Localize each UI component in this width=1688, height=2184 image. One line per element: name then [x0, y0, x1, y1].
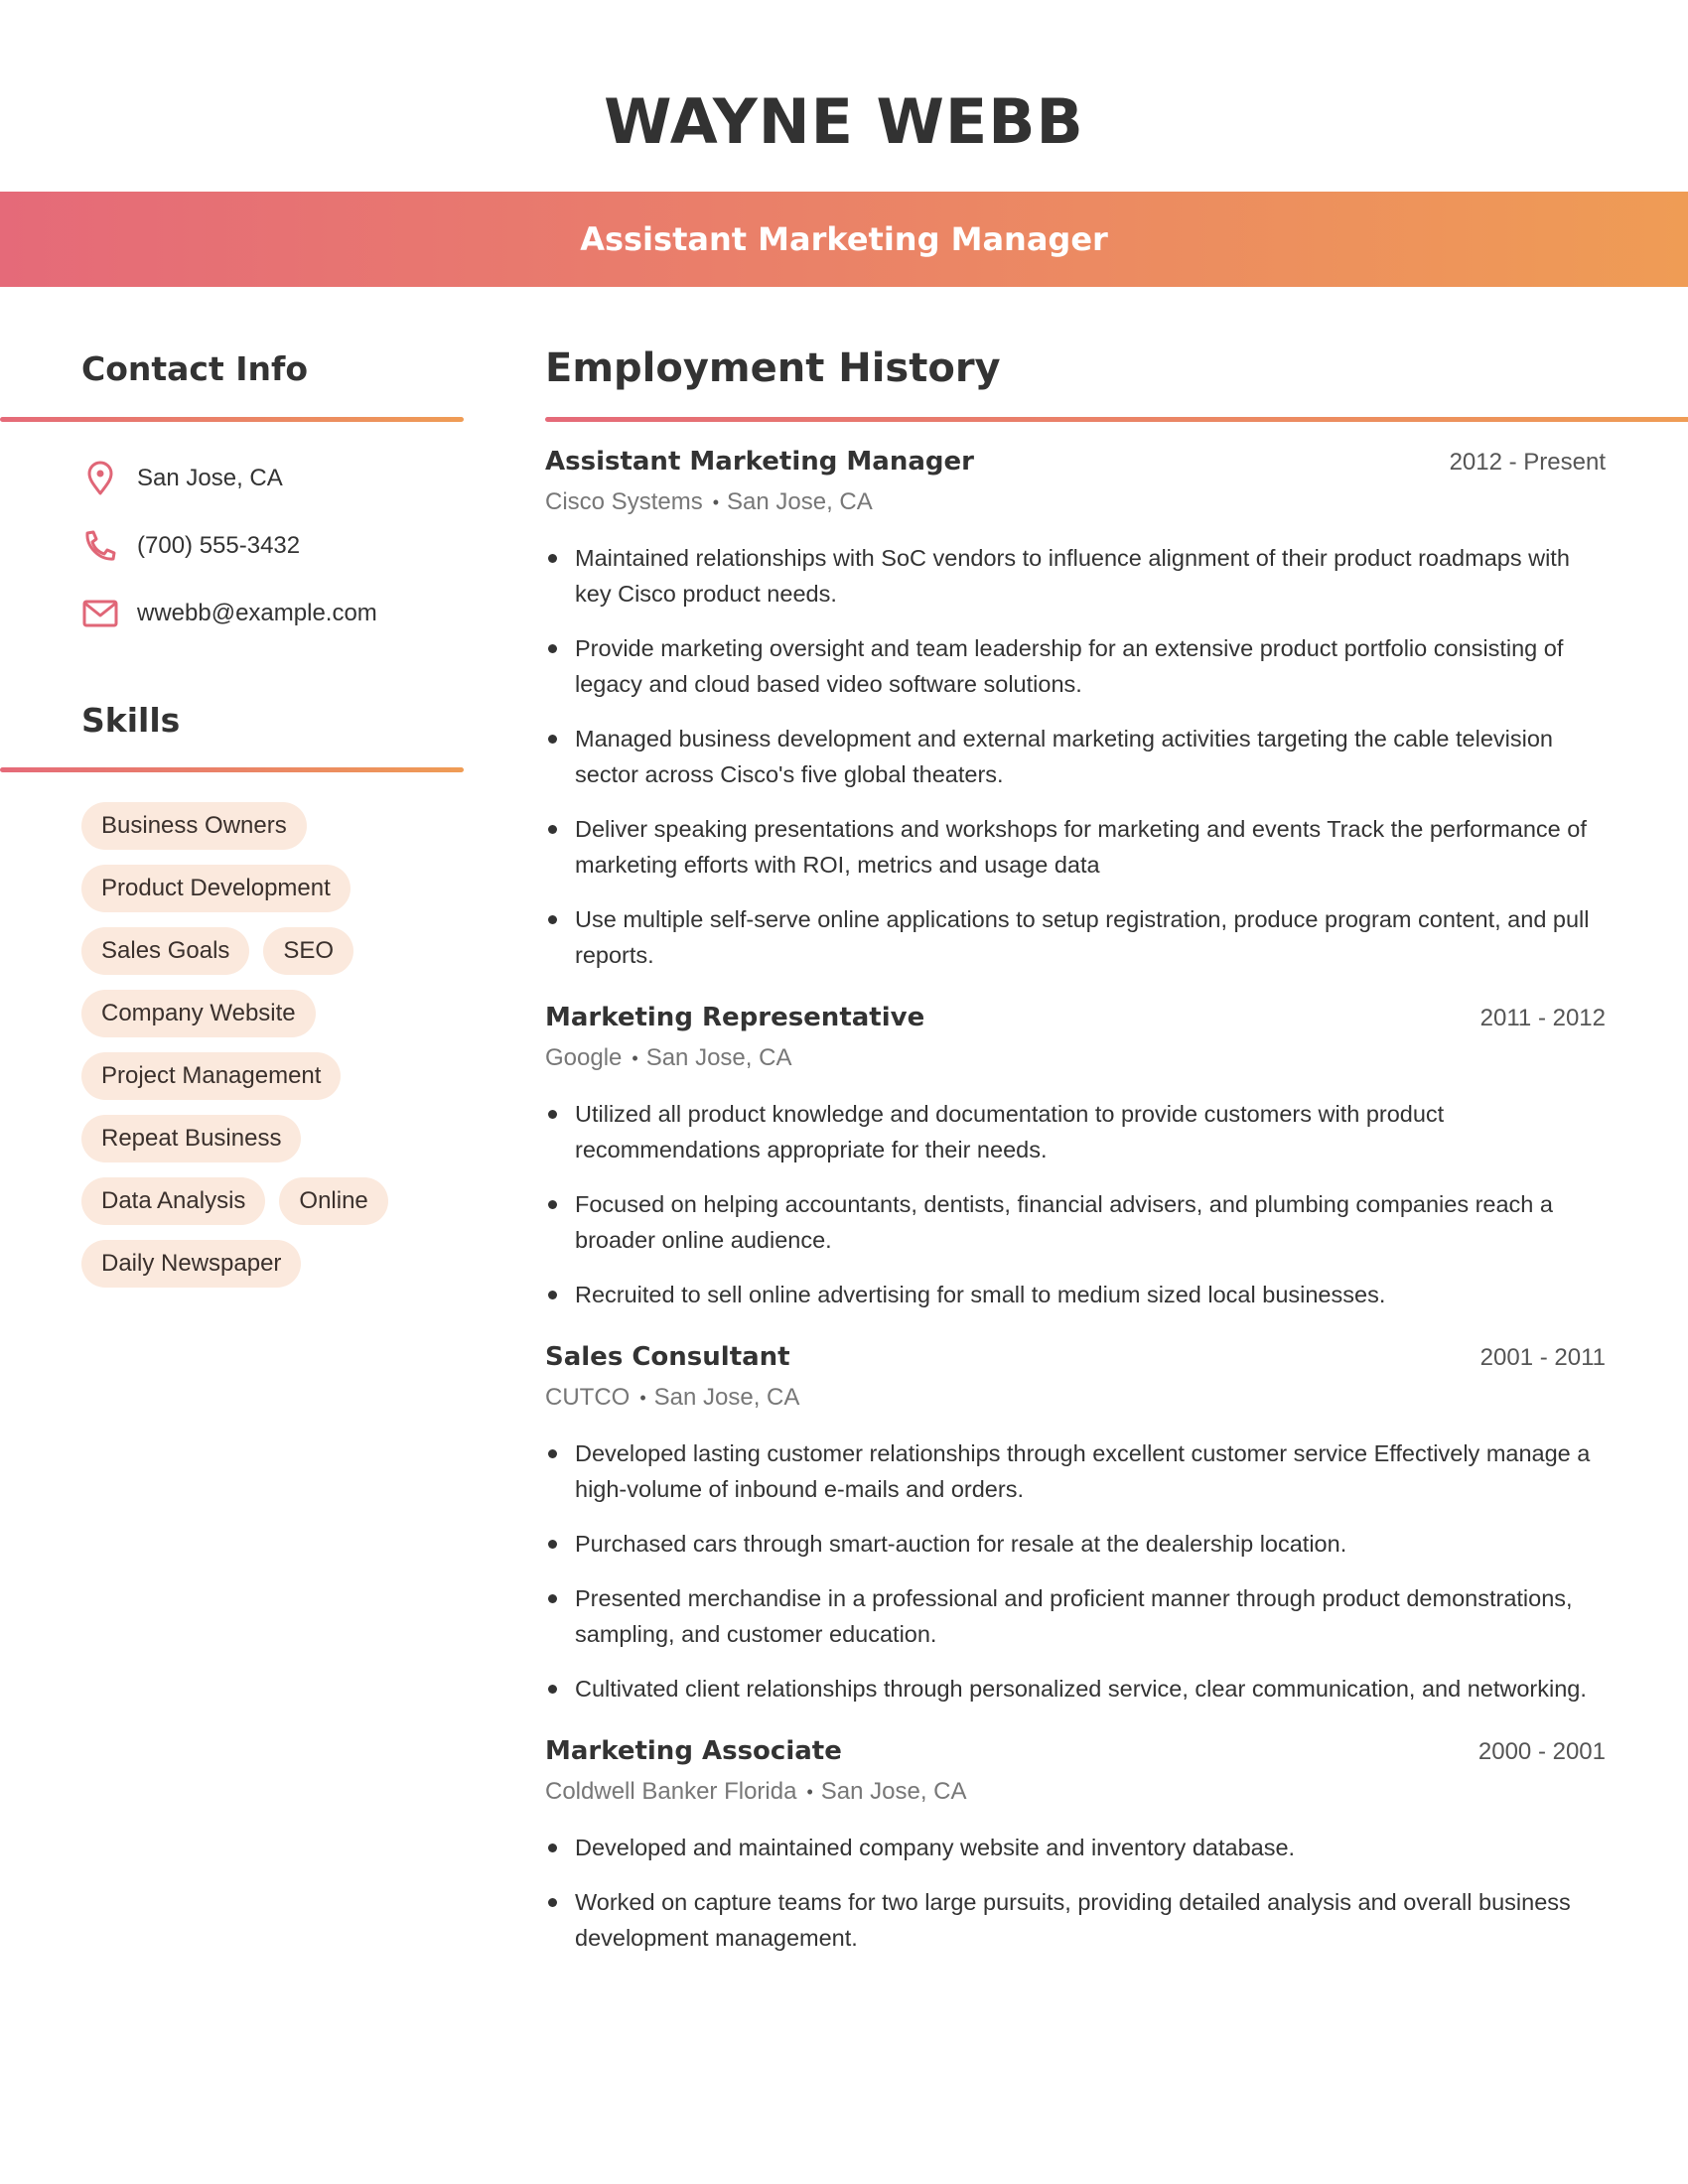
- candidate-name: WAYNE WEBB: [604, 85, 1084, 158]
- job-bullet: Cultivated client relationships through …: [545, 1671, 1606, 1706]
- job-dates: 2011 - 2012: [1479, 1005, 1606, 1031]
- job-company-line: CUTCO • San Jose, CA: [545, 1380, 1606, 1416]
- job-header: Sales Consultant 2001 - 2011: [545, 1342, 1606, 1380]
- job-title-banner-text: Assistant Marketing Manager: [580, 220, 1108, 258]
- job-bullet: Worked on capture teams for two large pu…: [545, 1884, 1606, 1956]
- job-bullet: Utilized all product knowledge and docum…: [545, 1096, 1606, 1167]
- skill-chip: Data Analysis: [81, 1177, 266, 1225]
- job-title: Assistant Marketing Manager: [545, 447, 974, 477]
- skill-chip: Online: [279, 1177, 388, 1225]
- location-pin-icon: [81, 460, 119, 497]
- job-entry: Marketing Associate 2000 - 2001 Coldwell…: [545, 1736, 1606, 1956]
- job-dates: 2012 - Present: [1449, 449, 1606, 476]
- contact-info-heading: Contact Info: [81, 349, 309, 388]
- job-company: Google: [545, 1044, 623, 1071]
- job-location: San Jose, CA: [820, 1778, 967, 1805]
- skill-chip: Business Owners: [81, 802, 307, 850]
- job-bullets: Developed and maintained company website…: [545, 1830, 1606, 1956]
- contact-phone[interactable]: (700) 555-3432: [137, 532, 300, 560]
- job-bullet: Purchased cars through smart-auction for…: [545, 1526, 1606, 1562]
- title-banner: Assistant Marketing Manager: [0, 192, 1688, 287]
- separator-dot-icon: •: [712, 492, 720, 512]
- job-bullet: Deliver speaking presentations and works…: [545, 811, 1606, 883]
- job-bullet: Provide marketing oversight and team lea…: [545, 630, 1606, 702]
- job-bullet: Use multiple self-serve online applicati…: [545, 901, 1606, 973]
- job-title: Marketing Representative: [545, 1003, 925, 1032]
- skill-chip: Daily Newspaper: [81, 1240, 302, 1288]
- job-bullets: Maintained relationships with SoC vendor…: [545, 540, 1606, 973]
- job-bullet: Developed lasting customer relationships…: [545, 1435, 1606, 1507]
- contact-item-phone: (700) 555-3432: [81, 512, 377, 580]
- contact-item-location: San Jose, CA: [81, 445, 377, 512]
- employment-divider: [545, 417, 1688, 422]
- contact-item-email: wwebb@example.com: [81, 580, 377, 647]
- job-bullets: Developed lasting customer relationships…: [545, 1435, 1606, 1706]
- phone-icon: [81, 527, 119, 565]
- job-location: San Jose, CA: [653, 1384, 800, 1411]
- skill-chip: Product Development: [81, 865, 351, 912]
- separator-dot-icon: •: [806, 1782, 813, 1802]
- job-company-line: Cisco Systems • San Jose, CA: [545, 484, 1606, 520]
- skill-chip: Sales Goals: [81, 927, 250, 975]
- contact-divider: [0, 417, 464, 422]
- job-header: Marketing Representative 2011 - 2012: [545, 1003, 1606, 1040]
- employment-history-heading: Employment History: [545, 345, 1001, 391]
- job-company-line: Coldwell Banker Florida • San Jose, CA: [545, 1774, 1606, 1810]
- mail-icon: [81, 595, 119, 632]
- job-bullet: Developed and maintained company website…: [545, 1830, 1606, 1865]
- job-bullets: Utilized all product knowledge and docum…: [545, 1096, 1606, 1312]
- contact-list: San Jose, CA (700) 555-3432 wwebb@exampl…: [81, 445, 377, 647]
- job-dates: 2000 - 2001: [1477, 1738, 1606, 1765]
- job-company: Cisco Systems: [545, 488, 703, 515]
- job-location: San Jose, CA: [645, 1044, 792, 1071]
- job-entry: Sales Consultant 2001 - 2011 CUTCO • San J…: [545, 1342, 1606, 1706]
- job-dates: 2001 - 2011: [1479, 1344, 1606, 1371]
- skills-list: Business Owners Product Development Sale…: [81, 802, 479, 1288]
- job-header: Assistant Marketing Manager 2012 - Prese…: [545, 447, 1606, 484]
- job-entry: Marketing Representative 2011 - 2012 Goo…: [545, 1003, 1606, 1312]
- job-bullet: Maintained relationships with SoC vendor…: [545, 540, 1606, 612]
- separator-dot-icon: •: [639, 1388, 646, 1408]
- job-title: Sales Consultant: [545, 1342, 790, 1372]
- job-entry: Assistant Marketing Manager 2012 - Prese…: [545, 447, 1606, 973]
- skill-chip: SEO: [263, 927, 354, 975]
- employment-list: Assistant Marketing Manager 2012 - Prese…: [545, 447, 1606, 1985]
- skill-chip: Company Website: [81, 990, 316, 1037]
- skills-divider: [0, 767, 464, 772]
- job-bullet: Recruited to sell online advertising for…: [545, 1277, 1606, 1312]
- job-location: San Jose, CA: [727, 488, 873, 515]
- job-bullet: Presented merchandise in a professional …: [545, 1580, 1606, 1652]
- skill-chip: Project Management: [81, 1052, 342, 1100]
- skills-heading: Skills: [81, 701, 181, 740]
- contact-email[interactable]: wwebb@example.com: [137, 600, 377, 627]
- job-bullet: Focused on helping accountants, dentists…: [545, 1186, 1606, 1258]
- separator-dot-icon: •: [632, 1048, 638, 1068]
- job-title: Marketing Associate: [545, 1736, 842, 1766]
- job-company: CUTCO: [545, 1384, 631, 1411]
- job-bullet: Managed business development and externa…: [545, 721, 1606, 792]
- job-header: Marketing Associate 2000 - 2001: [545, 1736, 1606, 1774]
- job-company-line: Google • San Jose, CA: [545, 1040, 1606, 1076]
- skill-chip: Repeat Business: [81, 1115, 302, 1162]
- job-company: Coldwell Banker Florida: [545, 1778, 797, 1805]
- contact-location: San Jose, CA: [137, 465, 283, 491]
